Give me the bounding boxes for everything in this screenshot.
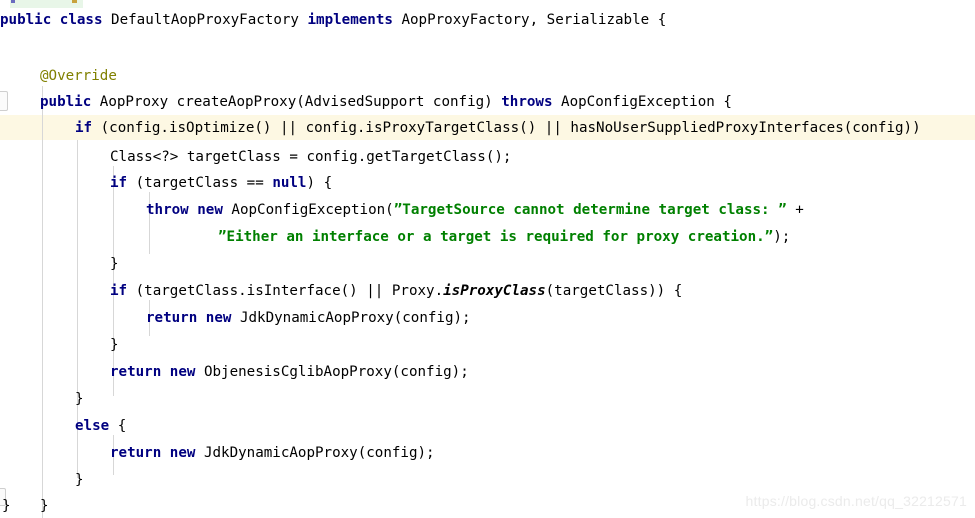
code-token-kw: throws: [501, 94, 553, 110]
code-token-plain: (targetClass ==: [127, 175, 273, 191]
code-token-kw: if: [110, 283, 128, 299]
code-token-kw: throw: [146, 202, 189, 218]
code-token-plain: ) {: [306, 175, 333, 191]
line-if-interface[interactable]: if (targetClass.isInterface() || Proxy.i…: [0, 279, 975, 304]
code-text-layer[interactable]: public class DefaultAopProxyFactory impl…: [0, 0, 975, 518]
watermark-url: https://blog.csdn.net/qq_32212571: [745, 493, 967, 509]
code-token-kw: new: [205, 310, 232, 326]
code-token-kw: if: [75, 120, 93, 136]
code-token-plain: JdkDynamicAopProxy(config);: [195, 445, 435, 461]
code-token-kw: new: [197, 202, 223, 218]
code-token-plain: JdkDynamicAopProxy(config);: [231, 310, 471, 326]
code-token-kw: if: [110, 175, 128, 191]
code-token-plain: (config.isOptimize() || config.isProxyTa…: [92, 120, 921, 136]
line-method-signature[interactable]: public AopProxy createAopProxy(AdvisedSu…: [0, 90, 975, 115]
code-token-kw: else: [75, 418, 110, 434]
line-return-jdk-1[interactable]: return new JdkDynamicAopProxy(config);: [0, 306, 975, 331]
code-token-plain: ObjenesisCglibAopProxy(config);: [195, 364, 469, 380]
code-token-plain: (targetClass)) {: [545, 283, 683, 299]
code-token-kw: return: [110, 445, 162, 461]
code-token-kw: class: [59, 12, 103, 28]
code-token-plain: }: [110, 337, 119, 353]
line-else[interactable]: else {: [0, 414, 975, 439]
line-return-cglib[interactable]: return new ObjenesisCglibAopProxy(config…: [0, 360, 975, 385]
code-editor-viewport[interactable]: public class DefaultAopProxyFactory impl…: [0, 0, 975, 518]
code-token-plain: AopProxyFactory, Serializable {: [392, 12, 667, 28]
code-token-plain: Class<?> targetClass = config.getTargetC…: [110, 149, 512, 165]
code-token-kw: null: [272, 175, 307, 191]
line-close-if-interface[interactable]: }: [0, 333, 975, 358]
code-token-plain: );: [773, 229, 791, 245]
code-token-plain: (targetClass.isInterface() || Proxy.: [127, 283, 444, 299]
code-token-str: ”Either an interface or a target is requ…: [218, 229, 774, 245]
line-if-null[interactable]: if (targetClass == null) {: [0, 171, 975, 196]
code-token-static-m: isProxyClass: [443, 283, 546, 299]
code-token-kw: public: [40, 94, 92, 110]
code-token-str: ”TargetSource cannot determine target cl…: [393, 202, 787, 218]
line-blank-1[interactable]: [0, 40, 975, 65]
code-token-plain: }: [2, 498, 11, 514]
line-throw-exception[interactable]: throw new AopConfigException(”TargetSour…: [0, 198, 975, 223]
code-token-kw: return: [110, 364, 162, 380]
line-close-if-optimize[interactable]: }: [0, 387, 975, 412]
line-class-decl[interactable]: public class DefaultAopProxyFactory impl…: [0, 8, 975, 33]
code-token-kw: new: [169, 445, 196, 461]
code-token-plain: DefaultAopProxyFactory: [102, 12, 308, 28]
code-token-kw: new: [169, 364, 196, 380]
code-token-plain: AopConfigException(: [222, 202, 394, 218]
code-token-kw: implements: [307, 12, 393, 28]
line-if-optimize[interactable]: if (config.isOptimize() || config.isProx…: [0, 116, 975, 141]
code-token-kw: return: [146, 310, 198, 326]
code-token-plain: AopConfigException {: [552, 94, 732, 110]
code-token-kw: public: [0, 12, 52, 28]
line-close-if-null[interactable]: }: [0, 252, 975, 277]
code-token-anno: @Override: [40, 68, 117, 84]
code-token-plain: AopProxy createAopProxy(AdvisedSupport c…: [91, 94, 502, 110]
code-token-plain: }: [75, 391, 84, 407]
code-token-plain: }: [75, 472, 84, 488]
line-throw-message-2[interactable]: ”Either an interface or a target is requ…: [0, 225, 975, 250]
line-override-annotation[interactable]: @Override: [0, 64, 975, 89]
code-token-plain: }: [110, 256, 119, 272]
code-token-plain: +: [786, 202, 804, 218]
line-return-jdk-2[interactable]: return new JdkDynamicAopProxy(config);: [0, 441, 975, 466]
code-token-plain: {: [109, 418, 127, 434]
line-target-class-decl[interactable]: Class<?> targetClass = config.getTargetC…: [0, 145, 975, 170]
